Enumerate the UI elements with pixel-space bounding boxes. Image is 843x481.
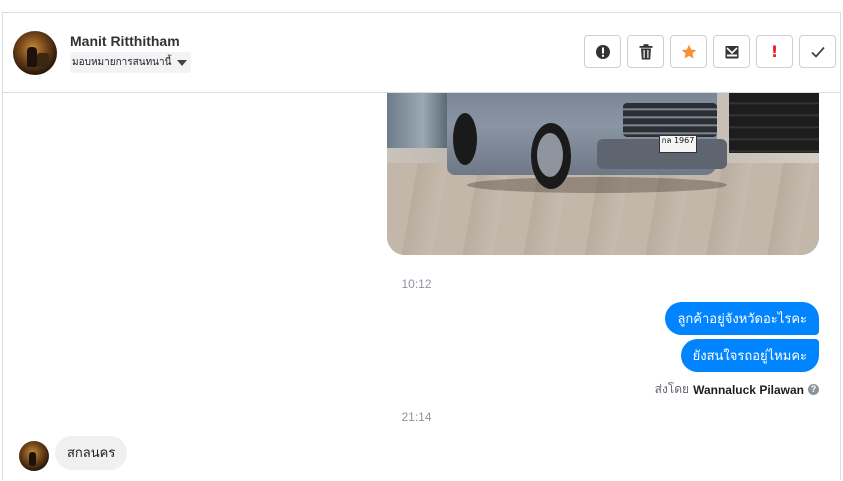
archive-button[interactable] xyxy=(713,35,750,68)
incoming-message[interactable]: สกลนคร xyxy=(55,436,128,470)
thread-header: Manit Ritthitham มอบหมายการสนทนานี้ ! xyxy=(3,13,840,93)
message-photo[interactable]: กล 1967 xyxy=(387,93,819,255)
messenger-thread: Manit Ritthitham มอบหมายการสนทนานี้ ! กล… xyxy=(2,12,841,480)
star-icon xyxy=(681,44,696,58)
trash-icon xyxy=(639,43,652,59)
timestamp: 21:14 xyxy=(401,410,432,424)
mark-important-button[interactable]: ! xyxy=(756,35,793,68)
star-button[interactable] xyxy=(670,35,707,68)
help-icon[interactable]: ? xyxy=(808,384,819,395)
check-icon xyxy=(810,46,825,58)
timestamp: 10:12 xyxy=(401,277,432,291)
archive-icon xyxy=(725,45,738,58)
delete-button[interactable] xyxy=(627,35,664,68)
mark-spam-button[interactable] xyxy=(584,35,621,68)
outgoing-message[interactable]: ยังสนใจรถอยู่ไหมคะ xyxy=(680,339,819,372)
sent-by-name: Wannaluck Pilawan xyxy=(693,382,804,397)
sent-by-info: ส่งโดย Wannaluck Pilawan ? xyxy=(655,380,819,399)
contact-name[interactable]: Manit Ritthitham xyxy=(70,33,180,49)
outgoing-message[interactable]: ลูกค้าอยู่จังหวัดอะไรคะ xyxy=(665,302,819,335)
contact-avatar-small[interactable] xyxy=(19,441,49,471)
mark-done-button[interactable] xyxy=(799,35,836,68)
thread-toolbar: ! xyxy=(584,35,836,68)
contact-avatar[interactable] xyxy=(13,31,57,75)
assign-label: มอบหมายการสนทนานี้ xyxy=(72,57,172,68)
exclamation-icon: ! xyxy=(770,42,779,61)
alert-circle-icon xyxy=(595,44,610,59)
assign-conversation-dropdown[interactable]: มอบหมายการสนทนานี้ xyxy=(70,52,192,73)
caret-down-icon xyxy=(177,60,188,66)
sent-by-prefix: ส่งโดย xyxy=(654,382,690,396)
license-plate: กล 1967 xyxy=(659,135,697,153)
conversation-area[interactable]: กล 1967 10:12 ลูกค้าอยู่จังหวัดอะไรคะ ยั… xyxy=(3,93,840,481)
